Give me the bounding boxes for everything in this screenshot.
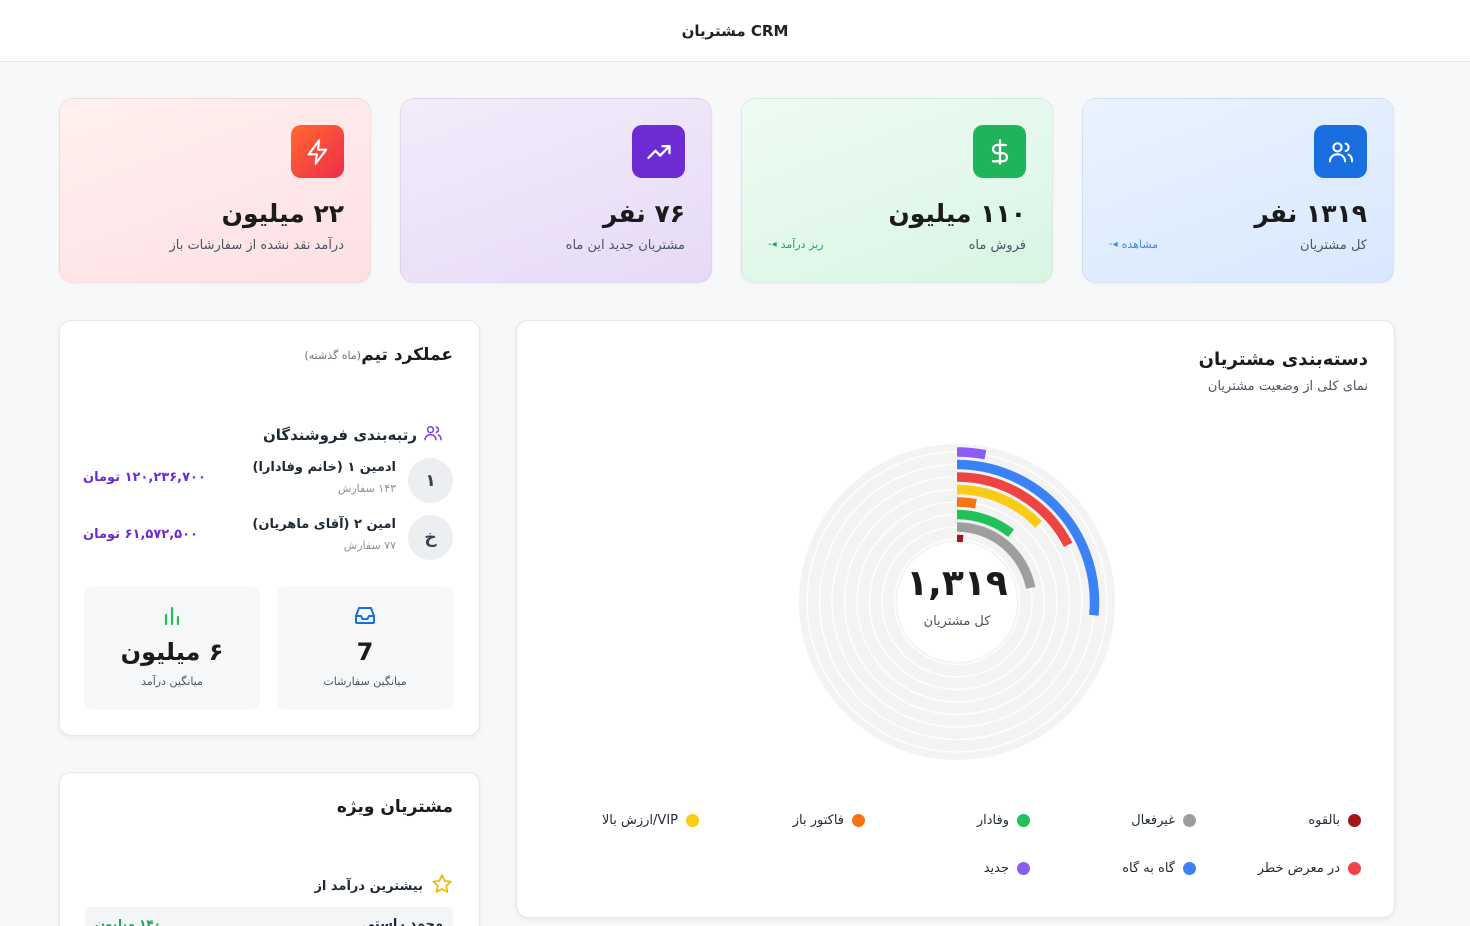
vip-customers-panel: مشتریان ویژه بیشترین درآمد از محمد راستی… <box>59 772 480 926</box>
avatar: خ <box>408 515 453 560</box>
legend-dot <box>1183 862 1196 875</box>
legend-label: در معرض خطر <box>1257 861 1340 876</box>
legend-dot <box>686 814 699 827</box>
bar-chart-icon <box>84 604 260 626</box>
total-customers-value: ۱,۳۱۹ <box>906 563 1008 604</box>
avg-income-card: ۶ میلیون میانگین درآمد <box>84 586 260 710</box>
legend-dot <box>1017 862 1030 875</box>
legend-label: جدید <box>983 861 1009 876</box>
page-title: CRM مشتریان <box>681 21 789 40</box>
legend-label: فاکتور باز <box>792 813 844 828</box>
star-icon <box>431 873 453 899</box>
top-bar: CRM مشتریان <box>0 0 1470 62</box>
trending-up-icon <box>632 125 685 178</box>
arrow-left-icon: ◂- <box>1109 239 1118 250</box>
panel-title: مشتریان ویژه <box>336 797 453 817</box>
avg-orders-label: میانگین سفارشات <box>323 675 407 688</box>
legend-item[interactable]: بالقوه <box>1308 813 1361 828</box>
avg-income-label: میانگین درآمد <box>141 675 203 688</box>
stat-label: مشتریان جدید این ماه <box>565 238 685 253</box>
panel-subtitle: نمای کلی از وضعیت مشتریان <box>1207 379 1368 394</box>
vip-subtitle: بیشترین درآمد از <box>314 878 423 894</box>
stat-value: ۷۶ نفر <box>602 199 685 228</box>
avatar: ۱ <box>408 458 453 503</box>
legend-dot <box>1348 862 1361 875</box>
stat-value: ۱۱۰ میلیون <box>888 199 1026 228</box>
legend-dot <box>852 814 865 827</box>
customer-segmentation-panel: دسته‌بندی مشتریان نمای کلی از وضعیت مشتر… <box>516 320 1395 918</box>
panel-title: عملکرد تیم <box>361 345 453 365</box>
legend-label: غیرفعال <box>1131 813 1175 828</box>
vip-customer-name: محمد راستی <box>361 917 443 926</box>
legend-item[interactable]: در معرض خطر <box>1258 861 1361 876</box>
panel-subtitle: (ماه گذشته) <box>304 349 361 362</box>
legend-label: وفادار <box>976 813 1009 828</box>
seller-amount: ۱۲۰,۲۳۶,۷۰۰ تومان <box>83 470 206 485</box>
link-label: ریز درآمد <box>780 238 824 251</box>
legend-item[interactable]: وفادار <box>977 813 1030 828</box>
legend-item[interactable]: گاه به گاه <box>1122 861 1196 876</box>
monthly-sales-card[interactable]: ۱۱۰ میلیون فروش ماه ریز درآمد ◂- <box>741 98 1053 283</box>
avg-orders-card: 7 میانگین سفارشات <box>277 586 453 710</box>
avg-income-value: ۶ میلیون <box>120 638 224 666</box>
new-customers-card[interactable]: ۷۶ نفر مشتریان جدید این ماه <box>400 98 712 283</box>
stat-label: درآمد نقد نشده از سفارشات باز <box>169 238 344 253</box>
link-label: مشاهده <box>1121 238 1159 251</box>
seller-row[interactable]: خ امین ۲ (آقای ماهریان) ۷۷ سفارش ۶۱,۵۷۲,… <box>83 515 453 561</box>
vip-customer-amount: ۱۴۰ میلیون <box>95 917 162 926</box>
seller-orders: ۱۴۳ سفارش <box>337 482 396 495</box>
inbox-icon <box>277 604 453 626</box>
seller-ranking-header: رتبه‌بندی فروشندگان <box>263 423 443 447</box>
seller-amount: ۶۱,۵۷۲,۵۰۰ تومان <box>83 527 198 542</box>
lightning-icon <box>291 125 344 178</box>
dollar-icon <box>973 125 1026 178</box>
users-icon <box>423 423 443 447</box>
ranking-title: رتبه‌بندی فروشندگان <box>262 426 417 444</box>
avg-orders-value: 7 <box>356 638 374 666</box>
legend-item[interactable]: فاکتور باز <box>793 813 865 828</box>
arrow-left-icon: ◂- <box>768 239 777 250</box>
legend-label: بالقوه <box>1308 813 1340 828</box>
legend-dot <box>1183 814 1196 827</box>
unpaid-income-card[interactable]: ۲۲ میلیون درآمد نقد نشده از سفارشات باز <box>59 98 371 283</box>
seller-name: امین ۲ (آقای ماهریان) <box>252 517 396 532</box>
team-performance-panel: عملکرد تیم (ماه گذشته) رتبه‌بندی فروشندگ… <box>59 320 480 736</box>
legend-dot <box>1348 814 1361 827</box>
income-details-link[interactable]: ریز درآمد ◂- <box>768 238 824 251</box>
seller-row[interactable]: ۱ ادمین ۱ (خانم وفادارا) ۱۴۳ سفارش ۱۲۰,۲… <box>83 458 453 504</box>
stat-value: ۱۳۱۹ نفر <box>1254 199 1367 228</box>
legend-item[interactable]: غیرفعال <box>1131 813 1196 828</box>
seller-name: ادمین ۱ (خانم وفادارا) <box>252 460 396 475</box>
legend-label: گاه به گاه <box>1122 861 1175 876</box>
legend-item[interactable]: VIP/ارزش بالا <box>602 813 699 828</box>
view-customers-link[interactable]: مشاهده ◂- <box>1109 238 1158 251</box>
stat-value: ۲۲ میلیون <box>221 199 344 228</box>
total-customers-label: کل مشتریان <box>923 614 991 629</box>
segment-arc-5[interactable] <box>956 497 977 509</box>
vip-subheader: بیشترین درآمد از <box>314 873 453 899</box>
legend-dot <box>1017 814 1030 827</box>
users-icon <box>1314 125 1367 178</box>
legend-label: VIP/ارزش بالا <box>601 813 678 828</box>
seller-orders: ۷۷ سفارش <box>343 539 396 552</box>
total-customers-card[interactable]: ۱۳۱۹ نفر کل مشتریان مشاهده ◂- <box>1082 98 1394 283</box>
list-item[interactable]: محمد راستی ۱۴۰ میلیون <box>85 907 453 926</box>
segment-arc-1[interactable] <box>956 447 987 460</box>
panel-title: دسته‌بندی مشتریان <box>1198 349 1368 370</box>
legend-item[interactable]: جدید <box>984 861 1030 876</box>
stat-label: کل مشتریان <box>1300 238 1367 253</box>
stat-label: فروش ماه <box>968 238 1026 253</box>
